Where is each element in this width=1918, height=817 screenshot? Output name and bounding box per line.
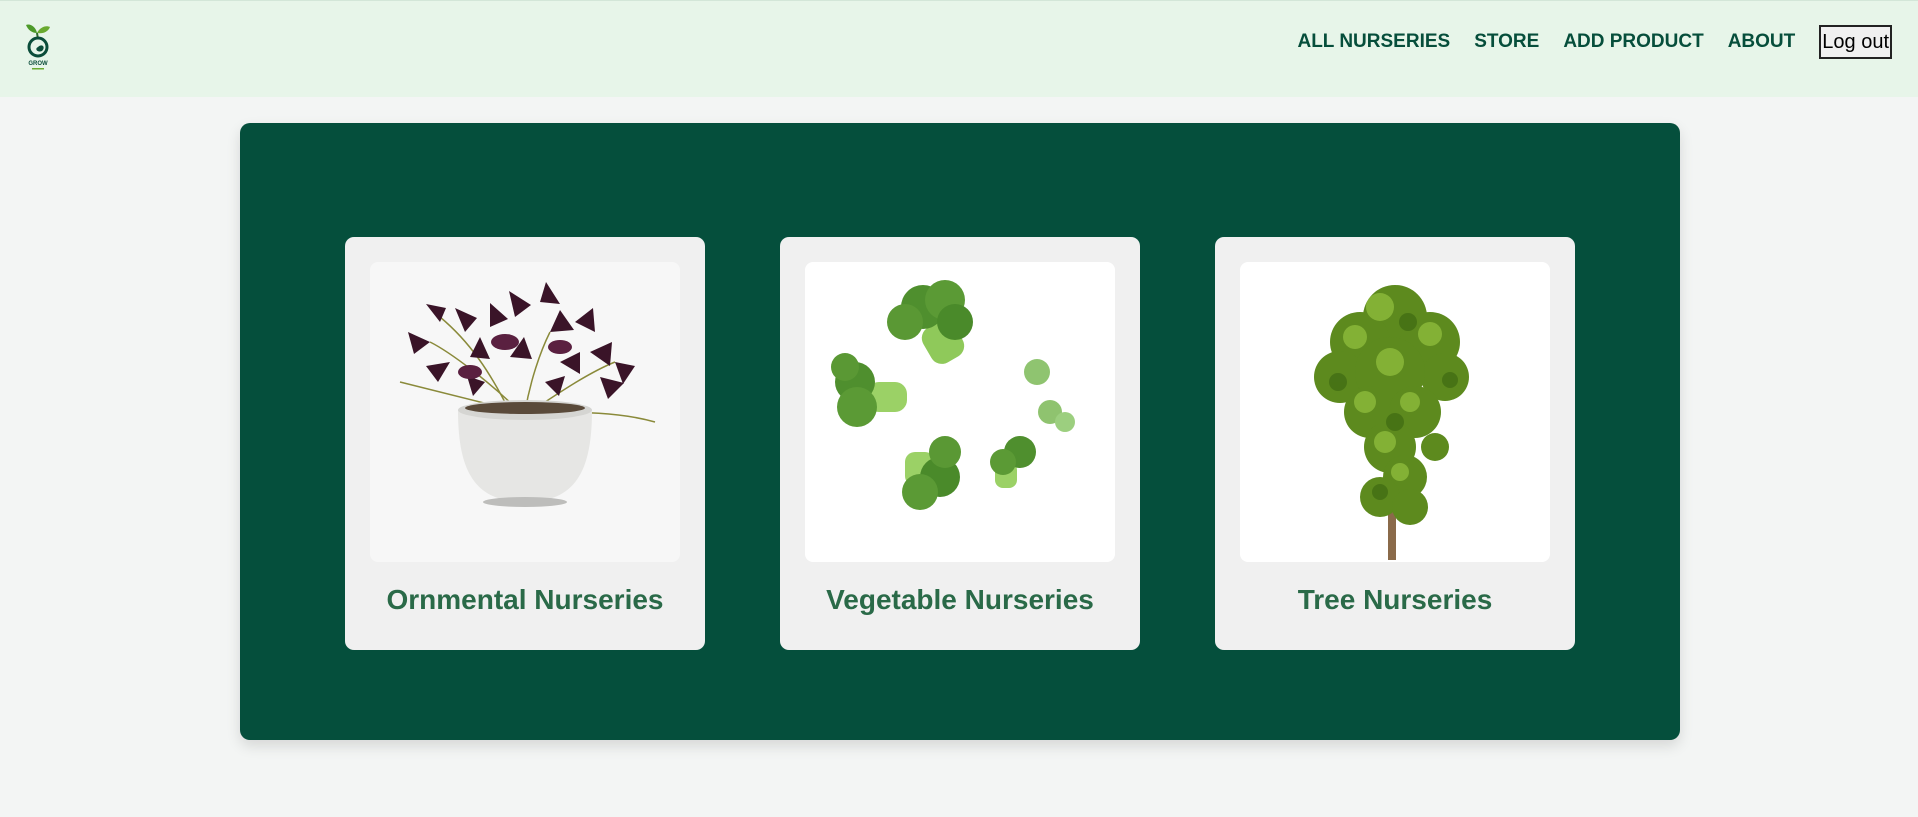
nav-link-about[interactable]: ABOUT	[1728, 30, 1796, 54]
card-title-vegetable: Vegetable Nurseries	[826, 584, 1094, 615]
nav-link-add-product[interactable]: ADD PRODUCT	[1563, 30, 1703, 54]
card-ornamental-nurseries[interactable]: Ornmental Nurseries	[345, 237, 705, 650]
card-title-ornamental: Ornmental Nurseries	[386, 584, 664, 615]
card-image-vegetable	[805, 262, 1115, 562]
nurseries-panel: Ornmental Nurseries Vegetable Nurseries …	[240, 123, 1680, 740]
nav-link-all-nurseries[interactable]: ALL NURSERIES	[1297, 30, 1450, 54]
nav-links: ALL NURSERIES STORE ADD PRODUCT ABOUT Lo…	[1297, 25, 1892, 59]
logout-button[interactable]: Log out	[1819, 25, 1892, 59]
potted-plant-image	[399, 282, 656, 507]
card-image-ornamental	[370, 262, 680, 562]
grow-leaf-logo-icon: GROW	[26, 24, 50, 70]
logo[interactable]: GROW	[22, 21, 58, 73]
svg-text:GROW: GROW	[28, 61, 48, 67]
card-vegetable-nurseries[interactable]: Vegetable Nurseries	[780, 237, 1140, 650]
card-image-tree	[1240, 262, 1550, 562]
card-tree-nurseries[interactable]: Tree Nurseries	[1215, 237, 1575, 650]
navbar: GROW ALL NURSERIES STORE ADD PRODUCT ABO…	[0, 0, 1918, 97]
card-title-tree: Tree Nurseries	[1297, 584, 1493, 615]
broccoli-image	[831, 280, 1075, 510]
nav-link-store[interactable]: STORE	[1474, 30, 1539, 54]
tree-image	[1314, 285, 1469, 560]
